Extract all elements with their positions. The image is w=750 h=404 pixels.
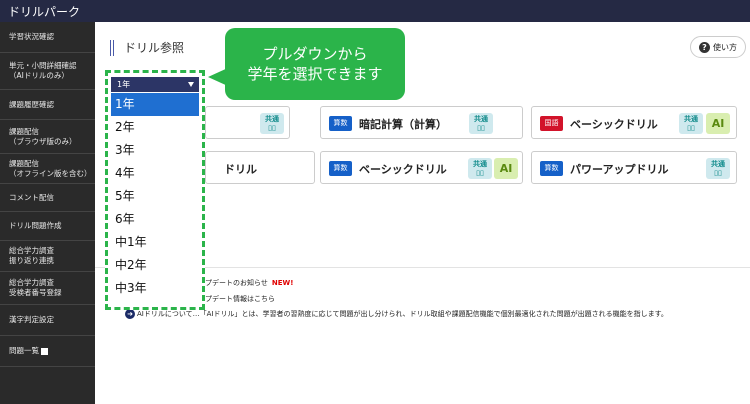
card-title: ベーシックドリル xyxy=(570,118,658,131)
help-button[interactable]: ? 使い方 xyxy=(690,36,746,58)
grade-option[interactable]: 中2年 xyxy=(111,254,199,277)
top-bar: ドリルパーク xyxy=(0,0,750,22)
subject-badge: 算数 xyxy=(329,161,352,176)
grade-option[interactable]: 1年 xyxy=(111,93,199,116)
card-title: ベーシックドリル xyxy=(359,163,447,176)
subject-badge: 算数 xyxy=(540,161,563,176)
grade-option[interactable]: 中3年 xyxy=(111,277,199,300)
question-icon: ? xyxy=(699,41,710,53)
sidebar-item-unit-detail[interactable]: 単元・小問詳細確認 （AIドリルのみ） xyxy=(0,53,95,90)
notice-update-info-link[interactable]: プデート情報はこちら xyxy=(205,294,275,304)
tooltip-callout: プルダウンから 学年を選択できます xyxy=(225,28,405,100)
common-icon: 共通 ▯▯ xyxy=(706,158,730,179)
subject-badge: 国語 xyxy=(540,116,563,131)
page-title: ドリル参照 xyxy=(110,40,184,56)
grade-option[interactable]: 4年 xyxy=(111,162,199,185)
grade-select[interactable]: 1年 xyxy=(111,77,199,92)
sidebar-item-comment[interactable]: コメント配信 xyxy=(0,184,95,212)
sidebar-item-kanji-setting[interactable]: 漢字判定設定 xyxy=(0,305,95,336)
drill-card-japanese-basic[interactable]: 国語 ベーシックドリル 共通 ▯▯ AI xyxy=(531,106,737,139)
grade-dropdown-highlight: 1年 1年 2年 3年 4年 5年 6年 中1年 中2年 中3年 xyxy=(105,70,205,310)
notice-text: AIドリルについて…「AIドリル」とは、学習者の習熟度に応じて問題が出し分けられ… xyxy=(137,310,668,318)
drill-card-hidden[interactable]: 共通 ▯▯ xyxy=(205,106,290,139)
arrow-right-icon: ➜ xyxy=(125,309,135,319)
caret-down-icon xyxy=(188,82,194,87)
external-link-icon xyxy=(41,347,48,355)
grade-option[interactable]: 中1年 xyxy=(111,231,199,254)
callout-line-1: プルダウンから xyxy=(262,45,368,63)
common-icon: 共通 ▯▯ xyxy=(469,113,493,134)
sidebar-item-label: 問題一覧 xyxy=(9,346,39,355)
grade-option[interactable]: 5年 xyxy=(111,185,199,208)
new-badge: NEW! xyxy=(271,279,294,287)
drill-card-partial[interactable]: ドリル xyxy=(205,151,315,184)
subject-badge: 算数 xyxy=(329,116,352,131)
grade-select-value: 1年 xyxy=(117,80,131,89)
grade-option[interactable]: 2年 xyxy=(111,116,199,139)
sidebar-item-assessment-register[interactable]: 総合学力調査 受検者番号登録 xyxy=(0,272,95,305)
grade-option[interactable]: 6年 xyxy=(111,208,199,231)
common-icon: 共通 ▯▯ xyxy=(468,158,492,179)
sidebar-item-drill-create[interactable]: ドリル問題作成 xyxy=(0,212,95,241)
ai-icon: AI xyxy=(494,158,518,179)
drill-card-math-powerup[interactable]: 算数 パワーアップドリル 共通 ▯▯ xyxy=(531,151,737,184)
callout-line-2: 学年を選択できます xyxy=(247,65,383,83)
card-title: ドリル xyxy=(224,163,257,176)
grade-options-list: 1年 2年 3年 4年 5年 6年 中1年 中2年 中3年 xyxy=(111,93,199,300)
help-label: 使い方 xyxy=(713,42,737,52)
common-icon: 共通 ▯▯ xyxy=(679,113,703,134)
notice-text: プデート情報はこちら xyxy=(205,295,275,303)
common-icon: 共通 ▯▯ xyxy=(260,113,284,134)
ai-icon: AI xyxy=(706,113,730,134)
card-title: 暗記計算（計算） xyxy=(359,118,447,131)
notice-update-link[interactable]: プデートのお知らせ NEW! xyxy=(205,278,293,288)
sidebar-item-assignment-offline[interactable]: 課題配信 （オフライン版を含む） xyxy=(0,154,95,184)
notice-text: プデートのお知らせ xyxy=(205,279,268,287)
sidebar-item-learning-status[interactable]: 学習状況確認 xyxy=(0,22,95,53)
drill-card-math-memory[interactable]: 算数 暗記計算（計算） 共通 ▯▯ xyxy=(320,106,523,139)
sidebar-item-assignment-browser[interactable]: 課題配信 （ブラウザ版のみ） xyxy=(0,120,95,154)
notice-ai-drill[interactable]: ➜ AIドリルについて…「AIドリル」とは、学習者の習熟度に応じて問題が出し分けら… xyxy=(125,309,668,319)
sidebar-item-question-list[interactable]: 問題一覧 xyxy=(0,336,95,367)
sidebar-item-assignment-history[interactable]: 課題履歴確認 xyxy=(0,90,95,120)
grade-option[interactable]: 3年 xyxy=(111,139,199,162)
sidebar-item-assessment-review[interactable]: 総合学力調査 振り返り連携 xyxy=(0,241,95,272)
card-title: パワーアップドリル xyxy=(570,163,669,176)
app-title: ドリルパーク xyxy=(8,5,81,19)
sidebar: 学習状況確認 単元・小問詳細確認 （AIドリルのみ） 課題履歴確認 課題配信 （… xyxy=(0,22,95,404)
drill-card-math-basic[interactable]: 算数 ベーシックドリル 共通 ▯▯ AI xyxy=(320,151,523,184)
